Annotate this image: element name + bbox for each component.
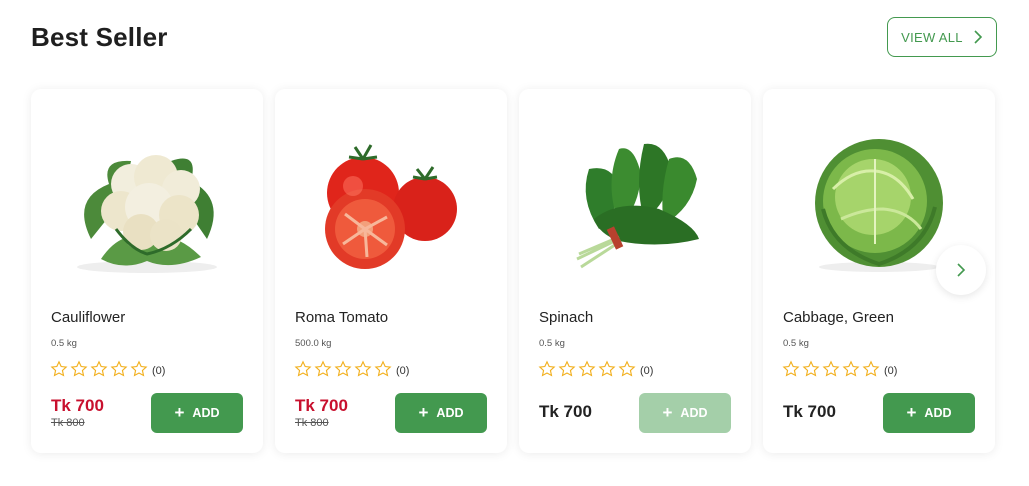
star-outline-icon: [822, 360, 840, 377]
rating-count: (0): [884, 365, 898, 377]
product-name[interactable]: Spinach: [539, 309, 593, 326]
star-outline-icon: [314, 360, 332, 377]
rating-stars: (0): [50, 360, 165, 378]
add-label: ADD: [924, 406, 952, 420]
plus-icon: +: [662, 402, 673, 422]
product-price: Tk 700: [539, 402, 592, 421]
product-old-price: Tk 800: [295, 417, 329, 429]
plus-icon: +: [418, 402, 429, 422]
add-label: ADD: [192, 406, 220, 420]
add-to-cart-button[interactable]: + ADD: [639, 393, 731, 433]
view-all-button[interactable]: VIEW ALL: [887, 17, 997, 57]
add-label: ADD: [680, 406, 708, 420]
rating-count: (0): [152, 365, 166, 377]
rating-stars: (0): [538, 360, 653, 378]
product-weight: 0.5 kg: [783, 338, 809, 349]
product-weight: 0.5 kg: [51, 338, 77, 349]
product-name[interactable]: Roma Tomato: [295, 309, 388, 326]
section-title: Best Seller: [31, 22, 168, 52]
star-outline-icon: [50, 360, 68, 377]
star-outline-icon: [862, 360, 880, 377]
add-to-cart-button[interactable]: + ADD: [883, 393, 975, 433]
product-image: [275, 89, 507, 299]
product-price: Tk 700: [51, 396, 104, 415]
rating-stars: (0): [294, 360, 409, 378]
star-outline-icon: [842, 360, 860, 377]
star-outline-icon: [130, 360, 148, 377]
star-outline-icon: [802, 360, 820, 377]
star-outline-icon: [558, 360, 576, 377]
product-old-price: Tk 800: [51, 417, 85, 429]
star-outline-icon: [578, 360, 596, 377]
chevron-right-icon: [974, 30, 982, 44]
product-image: [519, 89, 751, 299]
chevron-right-icon: [957, 263, 966, 277]
star-outline-icon: [538, 360, 556, 377]
star-outline-icon: [90, 360, 108, 377]
product-price: Tk 700: [295, 396, 348, 415]
product-name[interactable]: Cauliflower: [51, 309, 125, 326]
star-outline-icon: [598, 360, 616, 377]
star-outline-icon: [354, 360, 372, 377]
carousel-next-button[interactable]: [936, 245, 986, 295]
product-name[interactable]: Cabbage, Green: [783, 309, 894, 326]
view-all-label: VIEW ALL: [901, 29, 963, 45]
product-weight: 500.0 kg: [295, 338, 332, 349]
star-outline-icon: [782, 360, 800, 377]
add-to-cart-button[interactable]: + ADD: [151, 393, 243, 433]
product-image: [31, 89, 263, 299]
star-outline-icon: [294, 360, 312, 377]
product-card[interactable]: Roma Tomato 500.0 kg (0) Tk 700 Tk 800 +…: [275, 89, 507, 453]
product-card[interactable]: Spinach 0.5 kg (0) Tk 700 + ADD: [519, 89, 751, 453]
star-outline-icon: [70, 360, 88, 377]
product-card[interactable]: Cauliflower 0.5 kg (0) Tk 700 Tk 800 + A…: [31, 89, 263, 453]
star-outline-icon: [110, 360, 128, 377]
rating-stars: (0): [782, 360, 897, 378]
add-to-cart-button[interactable]: + ADD: [395, 393, 487, 433]
product-price: Tk 700: [783, 402, 836, 421]
star-outline-icon: [618, 360, 636, 377]
rating-count: (0): [640, 365, 654, 377]
plus-icon: +: [174, 402, 185, 422]
plus-icon: +: [906, 402, 917, 422]
product-weight: 0.5 kg: [539, 338, 565, 349]
add-label: ADD: [436, 406, 464, 420]
star-outline-icon: [334, 360, 352, 377]
rating-count: (0): [396, 365, 410, 377]
star-outline-icon: [374, 360, 392, 377]
